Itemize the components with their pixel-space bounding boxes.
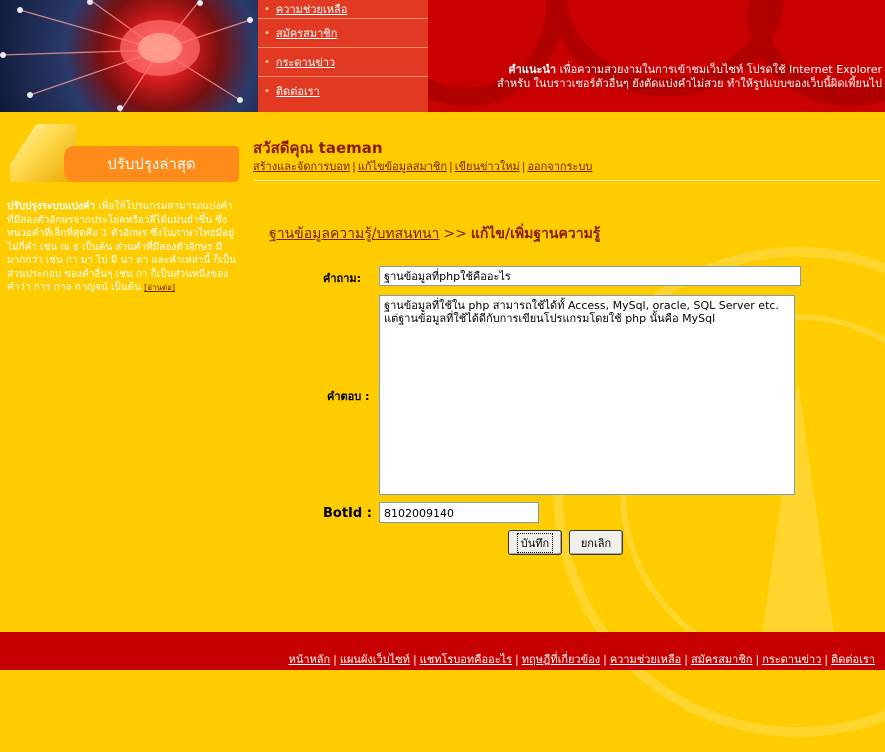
separator: | <box>515 653 519 666</box>
separator: | <box>449 160 453 173</box>
answer-line: แต่ฐานข้อมูลที่ใช้ได้ดีกับการเขียนโปรแกร… <box>384 312 716 325</box>
update-body: เพื่อให้โปรแกรมสามารถแบ่งคำ ที่มีสองตัวอ… <box>7 201 237 293</box>
notice-text: คำแนะนำ เพื่อความสวยงามในการเข้าชมเว็บไซ… <box>442 63 882 91</box>
menu-item-label: กระดานข่าว <box>275 56 336 69</box>
separator: | <box>603 653 607 666</box>
footer-link-contact[interactable]: ติดต่อเรา <box>831 653 875 666</box>
separator: | <box>412 653 417 666</box>
cancel-button[interactable]: ยกเลิก <box>569 530 623 555</box>
breadcrumb-arrow: >> <box>443 226 467 242</box>
notice-title: คำแนะนำ <box>508 63 557 76</box>
separator: | <box>824 653 829 666</box>
notice-line2: สำหรับ ในบราวเซอร์ตัวอื่นๆ ยังตัดแบ่งคำไ… <box>497 77 882 90</box>
notice-panel: คำแนะนำ เพื่อความสวยงามในการเข้าชมเว็บไซ… <box>428 0 885 112</box>
bullet-icon: • <box>264 27 270 39</box>
site-header: • ความช่วยเหลือ • สมัครสมาชิก • กระดานข่… <box>0 0 885 112</box>
breadcrumb-parent-link[interactable]: ฐานข้อมูลความรู้/บทสนทนา <box>269 226 439 242</box>
answer-line: ฐานข้อมูลที่ใช้ใน php สามารถใช้ได้ทั้ Ac… <box>384 299 779 312</box>
question-label: คำถาม: <box>323 272 362 285</box>
menu-item-register[interactable]: • สมัครสมาชิก <box>258 19 428 48</box>
breadcrumb-current: แก้ไข/เพิ่มฐานความรู้ <box>470 226 601 242</box>
bullet-icon: • <box>264 56 270 68</box>
notice-line1: เพื่อความสวยงามในการเข้าชมเว็บไซท์ โปรดใ… <box>559 63 882 76</box>
bullet-icon: • <box>264 3 270 15</box>
footer-link-board[interactable]: กระดานข่าว <box>762 653 821 666</box>
footer-link-home[interactable]: หน้าหลัก <box>289 653 331 666</box>
brain-network-graphic <box>0 0 253 112</box>
question-input[interactable]: ฐานข้อมูลที่phpใช้คืออะไร <box>379 266 801 286</box>
botid-input[interactable]: 8102009140 <box>379 502 539 523</box>
footer-link-help[interactable]: ความช่วยเหลือ <box>610 653 681 666</box>
sidebar: ปรับปรุงล่าสุด ปรับปรุงระบบแบ่งคำ เพื่อใ… <box>0 112 258 632</box>
write-news-link[interactable]: เขียนข่าวใหม่ <box>455 160 520 173</box>
menu-item-board[interactable]: • กระดานข่าว <box>258 48 428 77</box>
separator: | <box>755 653 760 666</box>
menu-item-label: ความช่วยเหลือ <box>275 3 348 16</box>
main-content: สวัสดีคุณ taeman สร้างและจัดการบอท | แก้ไข… <box>253 112 885 737</box>
manage-bots-link[interactable]: สร้างและจัดการบอท <box>253 160 350 173</box>
separator: | <box>333 653 337 666</box>
top-menu: • ความช่วยเหลือ • สมัครสมาชิก • กระดานข่… <box>258 0 428 112</box>
save-button-label: บันทึก <box>516 532 554 553</box>
menu-item-help[interactable]: • ความช่วยเหลือ <box>258 0 428 19</box>
read-more-link[interactable]: [อ่านต่อ] <box>144 283 175 292</box>
logout-link[interactable]: ออกจากระบบ <box>527 160 592 173</box>
user-links: สร้างและจัดการบอท | แก้ไขข้อมูลสมาชิก | เขีย… <box>253 157 592 175</box>
menu-item-contact[interactable]: • ติดต่อเรา <box>258 77 428 105</box>
site-footer: หน้าหลัก | แผนผังเว็บไซท์ | แชทโรบอทคืออะไร |… <box>0 632 885 670</box>
botid-label: BotId : <box>323 506 372 521</box>
latest-update-text: ปรับปรุงระบบแบ่งคำ เพื่อให้โปรแกรมสามารถ… <box>7 200 239 295</box>
footer-link-sitemap[interactable]: แผนผังเว็บไซท์ <box>340 653 410 666</box>
update-heading: ปรับปรุงระบบแบ่งคำ <box>7 201 96 212</box>
breadcrumb: ฐานข้อมูลความรู้/บทสนทนา >> แก้ไข/เพิ่มฐาน… <box>269 223 600 245</box>
bullet-icon: • <box>264 85 270 97</box>
menu-item-label: ติดต่อเรา <box>275 85 320 98</box>
answer-label: คำตอบ : <box>327 390 370 403</box>
answer-textarea[interactable]: ฐานข้อมูลที่ใช้ใน php สามารถใช้ได้ทั้ Ac… <box>379 295 795 495</box>
menu-item-label: สมัครสมาชิก <box>275 27 338 40</box>
footer-link-about-chatbot[interactable]: แชทโรบอทคืออะไร <box>420 653 512 666</box>
divider <box>253 180 880 181</box>
cancel-button-label: ยกเลิก <box>580 536 612 550</box>
save-button[interactable]: บันทึก <box>508 530 562 555</box>
edit-profile-link[interactable]: แก้ไขข้อมูลสมาชิก <box>358 160 447 173</box>
banner-image <box>0 0 258 112</box>
latest-update-tab: ปรับปรุงล่าสุด <box>64 146 239 182</box>
separator: | <box>521 160 526 173</box>
footer-link-register[interactable]: สมัครสมาชิก <box>691 653 753 666</box>
footer-link-theory[interactable]: ทฤษฎีที่เกี่ยวข้อง <box>522 653 600 666</box>
separator: | <box>684 653 688 666</box>
separator: | <box>352 160 356 173</box>
footer-links: หน้าหลัก | แผนผังเว็บไซท์ | แชทโรบอทคืออะไร |… <box>289 650 875 668</box>
latest-update-label: ปรับปรุงล่าสุด <box>107 155 196 173</box>
